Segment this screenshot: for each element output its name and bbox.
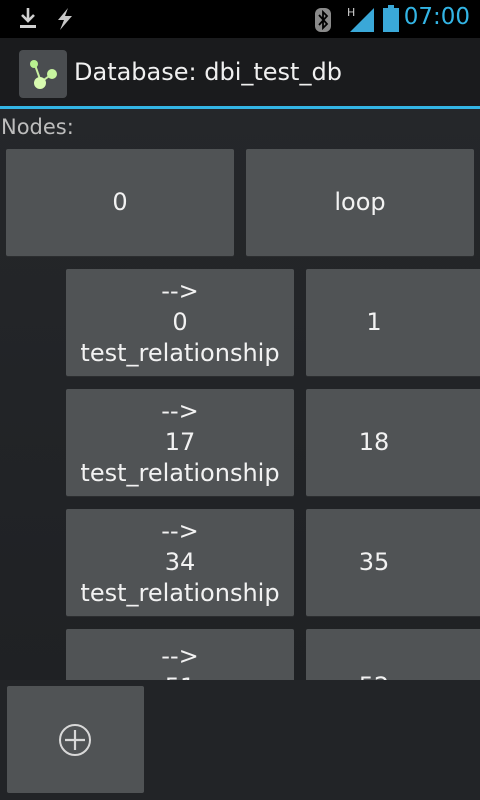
relationship-type: test_relationship	[80, 339, 280, 367]
relationship-target: 17	[164, 428, 196, 456]
related-node-label: 18	[358, 428, 390, 456]
status-bar: H 07:00	[0, 0, 480, 38]
relationship-arrow: -->	[161, 517, 199, 545]
related-node-button[interactable]: 52	[306, 629, 480, 680]
relationship-target: 51	[165, 672, 196, 680]
relationship-arrow: -->	[161, 397, 199, 425]
relationship-button[interactable]: --> 51	[66, 629, 294, 680]
relationship-type: test_relationship	[80, 459, 280, 487]
relationship-target: 34	[164, 548, 196, 576]
add-node-button[interactable]	[7, 686, 144, 793]
relationship-arrow: -->	[161, 277, 199, 305]
node-id-button[interactable]: 0	[6, 149, 234, 256]
clock: 07:00	[403, 4, 470, 30]
svg-text:H: H	[347, 6, 355, 19]
related-node-label: 35	[358, 548, 390, 576]
related-node-label: 1	[366, 308, 382, 336]
action-bar: Database: dbi_test_db	[0, 38, 480, 106]
related-node-button[interactable]: 18	[306, 389, 480, 496]
battery-icon	[383, 5, 399, 32]
relationship-type: test_relationship	[80, 579, 280, 607]
signal-h-icon: H	[347, 6, 374, 32]
related-node-button[interactable]: 35	[306, 509, 480, 616]
bottom-bar	[0, 680, 480, 800]
bluetooth-icon	[315, 8, 331, 32]
relationship-arrow: -->	[161, 642, 199, 670]
download-icon	[20, 8, 36, 28]
nodes-list[interactable]: Nodes: 0 loop --> 0 test_relationship 1 …	[0, 109, 480, 680]
add-circle-icon	[59, 724, 91, 756]
loop-button[interactable]: loop	[246, 149, 474, 256]
graph-app-icon[interactable]	[19, 50, 67, 98]
related-node-label: 52	[359, 671, 390, 680]
node-id-label: 0	[112, 188, 128, 216]
page-title: Database: dbi_test_db	[74, 58, 342, 86]
loop-label: loop	[334, 188, 386, 216]
relationship-button[interactable]: --> 17 test_relationship	[66, 389, 294, 496]
graph-icon	[30, 60, 57, 89]
relationship-button[interactable]: --> 0 test_relationship	[66, 269, 294, 376]
related-node-button[interactable]: 1	[306, 269, 480, 376]
relationship-target: 0	[172, 308, 188, 336]
nodes-label: Nodes:	[1, 115, 74, 139]
usb-debug-icon	[58, 8, 72, 30]
relationship-button[interactable]: --> 34 test_relationship	[66, 509, 294, 616]
